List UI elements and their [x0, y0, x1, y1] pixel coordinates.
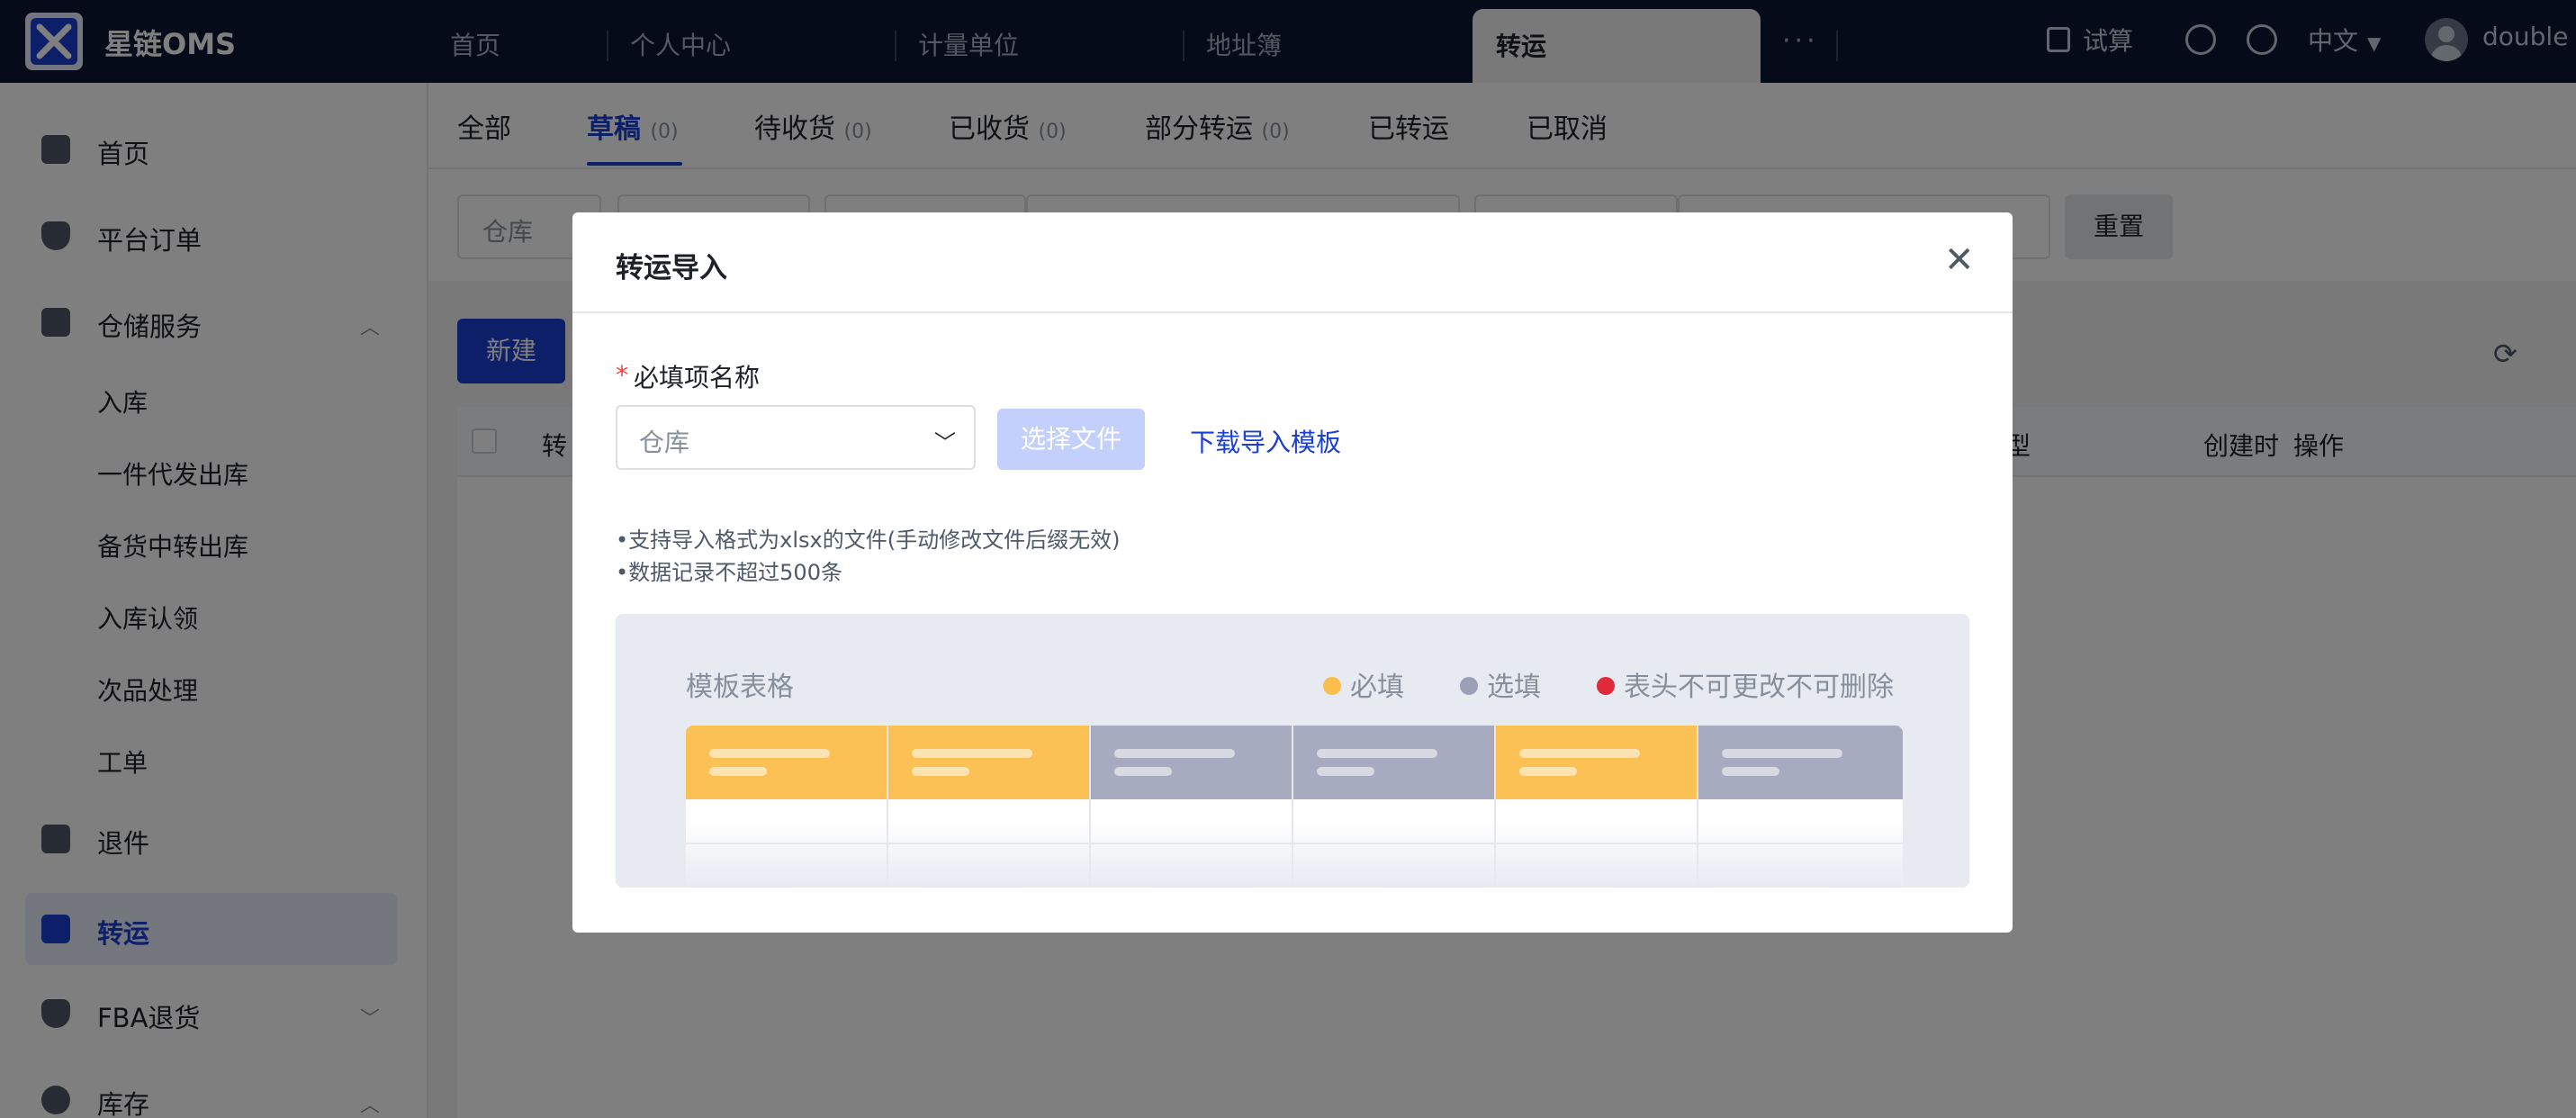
legend-dot [1597, 676, 1615, 695]
chevron-down-icon: ﹀ [934, 430, 956, 455]
import-hint: •数据记录不超过500条 [616, 560, 842, 585]
template-column-header [888, 726, 1089, 799]
transfer-import-dialog: 转运导入 ✕ * 必填项名称 仓库 ﹀ 选择文件 下载导入模板 •支持导入格式为… [572, 212, 2013, 933]
download-template-link[interactable]: 下载导入模板 [1190, 423, 1341, 459]
import-hint: •支持导入格式为xlsx的文件(手动修改文件后缀无效) [616, 527, 1121, 553]
template-column-header [1698, 726, 1903, 799]
template-column-header [1293, 726, 1494, 799]
close-icon[interactable]: ✕ [1944, 239, 1975, 281]
template-column-header [686, 726, 887, 799]
legend-label: 必填 [1350, 672, 1404, 703]
template-fade [616, 821, 1969, 888]
required-field-label: 必填项名称 [634, 363, 761, 392]
template-column-header [1496, 726, 1697, 799]
required-star: * [616, 360, 628, 390]
legend-dot [1460, 676, 1478, 695]
template-preview: 模板表格 必填 选填 表头不可更改不可删除 [616, 614, 1969, 888]
legend-required: 必填 [1323, 664, 1404, 704]
dialog-title: 转运导入 [616, 252, 727, 284]
dialog-header: 转运导入 ✕ [572, 212, 2013, 313]
warehouse-select[interactable]: 仓库 ﹀ [616, 405, 976, 470]
legend-optional: 选填 [1460, 664, 1541, 704]
legend-dot [1323, 676, 1341, 695]
template-column-header [1091, 726, 1292, 799]
legend-label: 表头不可更改不可删除 [1624, 672, 1894, 703]
template-title: 模板表格 [686, 672, 794, 703]
warehouse-select-placeholder: 仓库 [639, 428, 690, 457]
choose-file-button[interactable]: 选择文件 [997, 409, 1145, 470]
legend-locked-header: 表头不可更改不可删除 [1597, 664, 1894, 704]
legend-label: 选填 [1487, 672, 1541, 703]
